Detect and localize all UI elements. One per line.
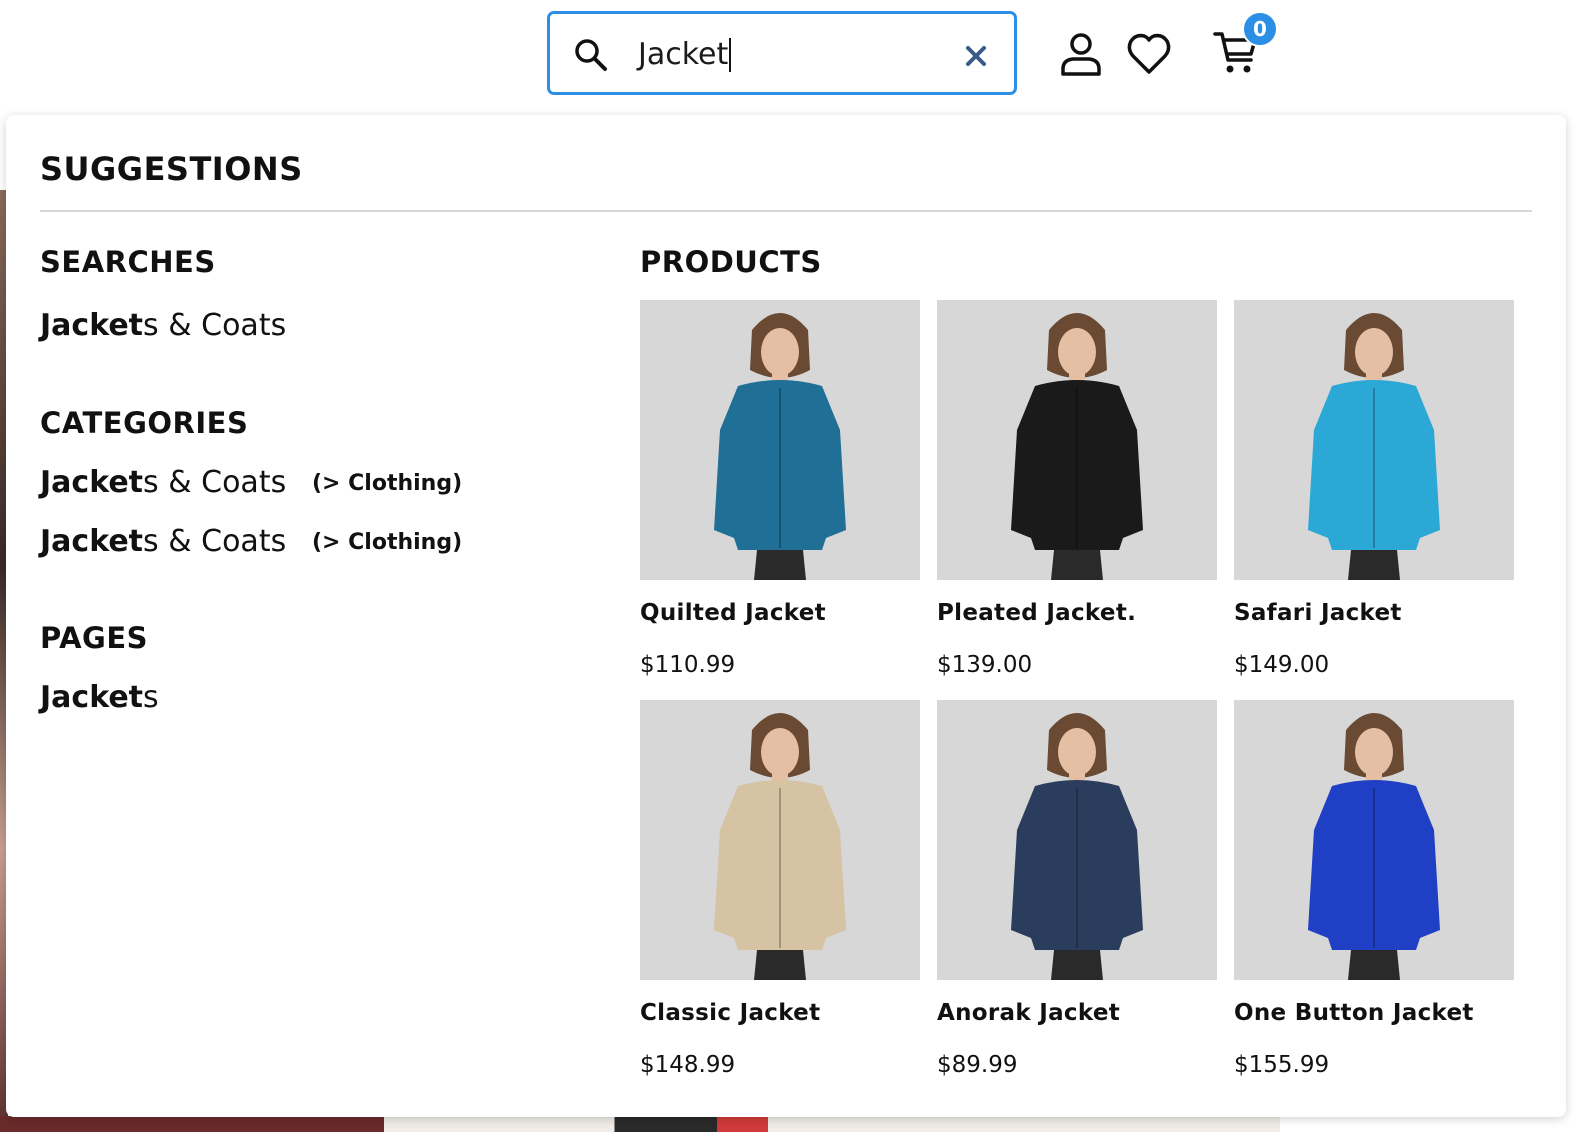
category-parent-link[interactable]: (> Clothing) (312, 471, 462, 496)
wishlist-heart-icon[interactable] (1125, 30, 1173, 78)
product-card[interactable]: One Button Jacket $155.99 (1234, 700, 1514, 1078)
product-name: One Button Jacket (1234, 1000, 1474, 1026)
text-caret (729, 38, 732, 72)
searches-heading: SEARCHES (40, 245, 216, 279)
category-parent-link[interactable]: (> Clothing) (312, 530, 462, 555)
search-icon (575, 39, 607, 71)
product-card[interactable]: Quilted Jacket $110.99 (640, 300, 920, 678)
product-card[interactable]: Pleated Jacket. $139.00 (937, 300, 1217, 678)
product-name: Safari Jacket (1234, 600, 1402, 626)
product-price: $149.00 (1234, 652, 1330, 678)
category-suggestion-item[interactable]: Jackets & Coats (40, 465, 286, 500)
model-turquoise-safari-jacket (1234, 300, 1514, 580)
product-name: Pleated Jacket. (937, 600, 1137, 626)
product-name: Anorak Jacket (937, 1000, 1121, 1026)
search-suggestion-item[interactable]: Jackets & Coats (40, 308, 286, 343)
model-beige-classic-jacket (640, 700, 920, 980)
model-teal-quilted-jacket (640, 300, 920, 580)
product-price: $89.99 (937, 1052, 1018, 1078)
suggestions-dropdown: SUGGESTIONS SEARCHES Jackets & Coats CAT… (6, 115, 1566, 1117)
model-blue-one-button-jacket (1234, 700, 1514, 980)
search-input-value: Jacket (638, 37, 729, 72)
model-navy-anorak-jacket (937, 700, 1217, 980)
clear-search-icon[interactable] (964, 44, 988, 68)
site-header: Jacket 0 (0, 0, 1588, 108)
products-heading: PRODUCTS (640, 245, 822, 279)
product-card[interactable]: Classic Jacket $148.99 (640, 700, 920, 1078)
product-card[interactable]: Safari Jacket $149.00 (1234, 300, 1514, 678)
page-suggestion-item[interactable]: Jackets (40, 680, 159, 715)
suggestions-title: SUGGESTIONS (40, 150, 303, 188)
product-price: $148.99 (640, 1052, 736, 1078)
product-price: $139.00 (937, 652, 1033, 678)
product-price: $155.99 (1234, 1052, 1330, 1078)
search-input[interactable]: Jacket (638, 36, 732, 74)
categories-heading: CATEGORIES (40, 406, 249, 440)
search-box[interactable]: Jacket (547, 11, 1017, 95)
product-name: Classic Jacket (640, 1000, 821, 1026)
cart-count-badge: 0 (1242, 11, 1278, 47)
category-suggestion-item[interactable]: Jackets & Coats (40, 524, 286, 559)
pages-heading: PAGES (40, 621, 149, 655)
product-name: Quilted Jacket (640, 600, 826, 626)
account-icon[interactable] (1058, 31, 1104, 77)
suggestions-divider (40, 210, 1532, 212)
product-price: $110.99 (640, 652, 736, 678)
background-page-image-bottom (0, 1116, 1280, 1132)
model-black-pleated-jacket (937, 300, 1217, 580)
product-card[interactable]: Anorak Jacket $89.99 (937, 700, 1217, 1078)
